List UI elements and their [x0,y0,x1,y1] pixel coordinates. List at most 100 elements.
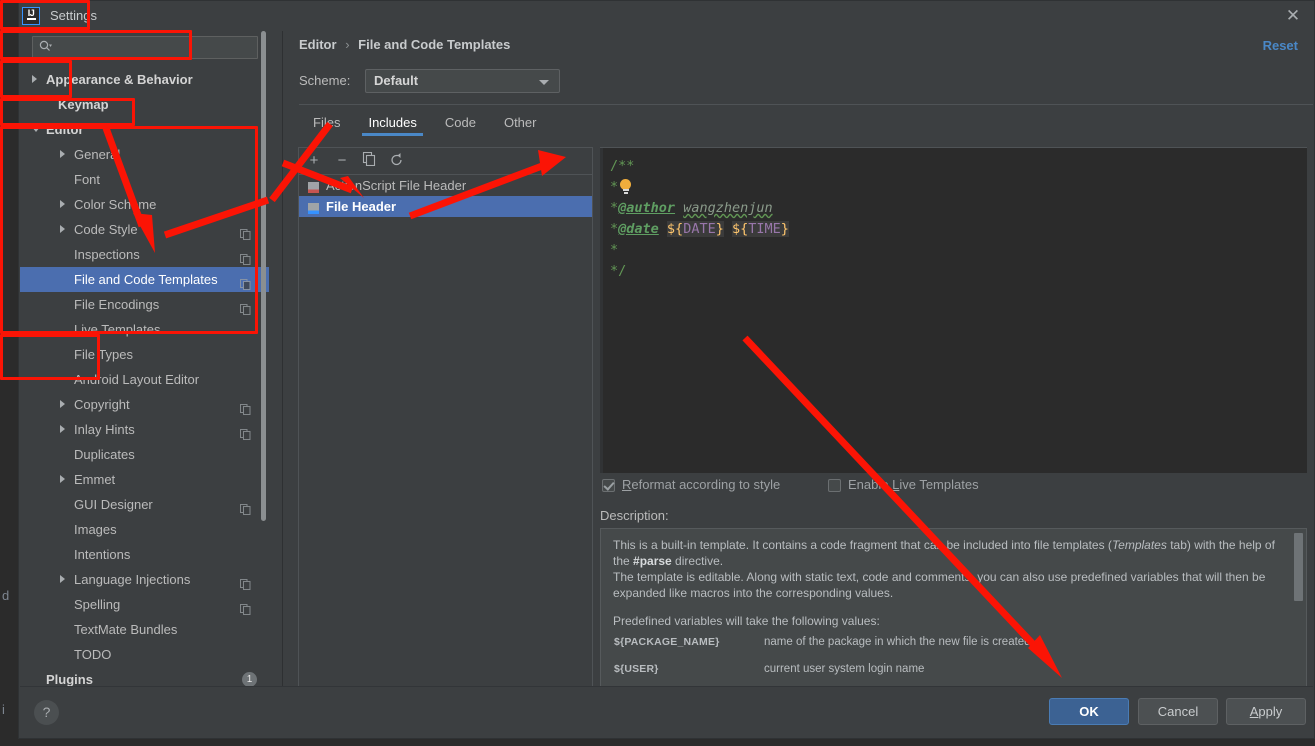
sidebar-item-general[interactable]: General [20,142,269,167]
breadcrumb-root[interactable]: Editor [299,37,337,52]
chevron-right-icon[interactable] [60,425,65,433]
template-list-panel: + − ActionScript File Header File Header [298,147,593,714]
sidebar-item-label: Inspections [74,247,140,262]
sidebar-item-emmet[interactable]: Emmet [20,467,269,492]
sidebar-item-plugins[interactable]: Plugins 1 [20,667,269,687]
sidebar-item-label: Font [74,172,101,187]
sidebar-item-file-types[interactable]: File Types [20,342,269,367]
description-para-3: Predefined variables will take the follo… [613,614,880,628]
ok-button[interactable]: OK [1049,698,1129,725]
intention-bulb-icon[interactable] [619,179,632,194]
sidebar-item-live-templates[interactable]: Live Templates [20,317,269,342]
chevron-right-icon[interactable] [32,75,37,83]
code-var-time-delim: ${ [731,221,749,237]
sidebar-item-gui-designer[interactable]: GUI Designer [20,492,269,517]
tab-files[interactable]: Files [299,111,354,136]
variable-description: current user system login name [764,663,925,675]
remove-template-button[interactable]: − [333,152,351,170]
chevron-right-icon[interactable] [60,475,65,483]
sidebar-item-appearance-behavior[interactable]: Appearance & Behavior [20,67,269,92]
template-list[interactable]: ActionScript File Header File Header [299,175,592,713]
dialog-footer: ? OK Cancel Apply [20,686,1313,737]
chevron-right-icon[interactable] [60,575,65,583]
sidebar-item-images[interactable]: Images [20,517,269,542]
template-category-tabs[interactable]: Files Includes Code Other [299,111,550,139]
sidebar-item-android-layout-editor[interactable]: Android Layout Editor [20,367,269,392]
ghost-text-mid: d [2,588,10,603]
sidebar-item-textmate-bundles[interactable]: TextMate Bundles [20,617,269,642]
cancel-button[interactable]: Cancel [1138,698,1218,725]
sidebar-item-keymap[interactable]: Keymap [20,92,269,117]
close-icon[interactable]: ✕ [1282,5,1304,27]
project-scope-icon [240,498,251,515]
reformat-according-to-style-checkbox[interactable] [602,479,615,492]
code-tag-date: @date [618,221,659,237]
sidebar-item-language-injections[interactable]: Language Injections [20,567,269,592]
sidebar-scrollbar[interactable] [261,31,266,521]
sidebar-item-duplicates[interactable]: Duplicates [20,442,269,467]
sidebar-item-label: Spelling [74,597,121,612]
project-scope-icon [240,573,251,590]
screen-root: d i IJ Settings ✕ Appearance & Behavior … [0,0,1315,746]
description-scrollbar[interactable] [1294,533,1303,601]
chevron-right-icon[interactable] [60,400,65,408]
search-field[interactable] [32,36,258,59]
variable-description: name of the package in which the new fil… [764,636,1031,648]
description-para-1: This is a built-in template. It contains… [613,537,1284,569]
settings-tree[interactable]: Appearance & Behavior Keymap Editor General… [20,67,269,687]
sidebar-item-font[interactable]: Font [20,167,269,192]
reformat-according-to-style-label: Reformat according to style [622,477,780,492]
reset-template-button[interactable] [387,152,405,170]
tab-includes[interactable]: Includes [354,111,430,136]
main-panel: Editor › File and Code Templates Reset S… [284,31,1313,714]
code-tag-author: @author [618,200,676,216]
scheme-dropdown[interactable]: Default [365,69,560,93]
enable-live-templates-checkbox[interactable] [828,479,841,492]
template-file-icon [307,200,320,214]
sidebar-item-intentions[interactable]: Intentions [20,542,269,567]
template-list-item-label: File Header [326,199,397,214]
chevron-right-icon[interactable] [60,200,65,208]
variable-name: ${PACKAGE_NAME} [614,636,720,648]
desc-p1-italic: Templates [1111,538,1167,552]
sidebar-splitter[interactable] [282,31,283,688]
sidebar-item-spelling[interactable]: Spelling [20,592,269,617]
code-line-2: * [610,177,1307,198]
sidebar-item-color-scheme[interactable]: Color Scheme [20,192,269,217]
sidebar-item-inlay-hints[interactable]: Inlay Hints [20,417,269,442]
chevron-right-icon[interactable] [60,225,65,233]
sidebar-item-editor[interactable]: Editor [20,117,269,142]
sidebar-item-inspections[interactable]: Inspections [20,242,269,267]
code-var-date-close: } [715,221,724,237]
settings-sidebar: Appearance & Behavior Keymap Editor General… [20,31,269,688]
sidebar-item-label: Android Layout Editor [74,372,200,387]
sidebar-item-label: GUI Designer [74,497,153,512]
sidebar-item-copyright[interactable]: Copyright [20,392,269,417]
help-button[interactable]: ? [34,700,59,725]
sidebar-item-code-style[interactable]: Code Style [20,217,269,242]
tab-code[interactable]: Code [431,111,490,136]
sidebar-item-file-and-code-templates[interactable]: File and Code Templates [20,267,269,292]
code-line-6: */ [610,263,627,279]
settings-dialog: IJ Settings ✕ Appearance & Behavior Keyma… [18,0,1315,739]
editor-code-area[interactable]: /** * *@author wangzhenjun *@date ${DATE… [610,156,1307,282]
sidebar-item-label: General [74,147,121,162]
chevron-down-icon[interactable] [32,127,40,132]
tab-other[interactable]: Other [490,111,551,136]
reset-link[interactable]: Reset [1263,38,1298,53]
copy-template-button[interactable] [360,151,378,170]
chevron-right-icon[interactable] [60,150,65,158]
template-list-item[interactable]: File Header [299,196,592,217]
apply-button[interactable]: Apply [1226,698,1306,725]
sidebar-item-todo[interactable]: TODO [20,642,269,667]
sidebar-item-file-encodings[interactable]: File Encodings [20,292,269,317]
search-input[interactable] [32,36,258,59]
apply-rest: pply [1258,704,1283,719]
scheme-label: Scheme: [299,73,351,88]
sidebar-item-label: TODO [74,647,112,662]
add-template-button[interactable]: + [305,152,323,170]
sidebar-item-label: Intentions [74,547,131,562]
reformat-accel: R [622,477,632,492]
template-list-item[interactable]: ActionScript File Header [299,175,592,196]
template-code-editor[interactable]: /** * *@author wangzhenjun *@date ${DATE… [600,147,1307,473]
